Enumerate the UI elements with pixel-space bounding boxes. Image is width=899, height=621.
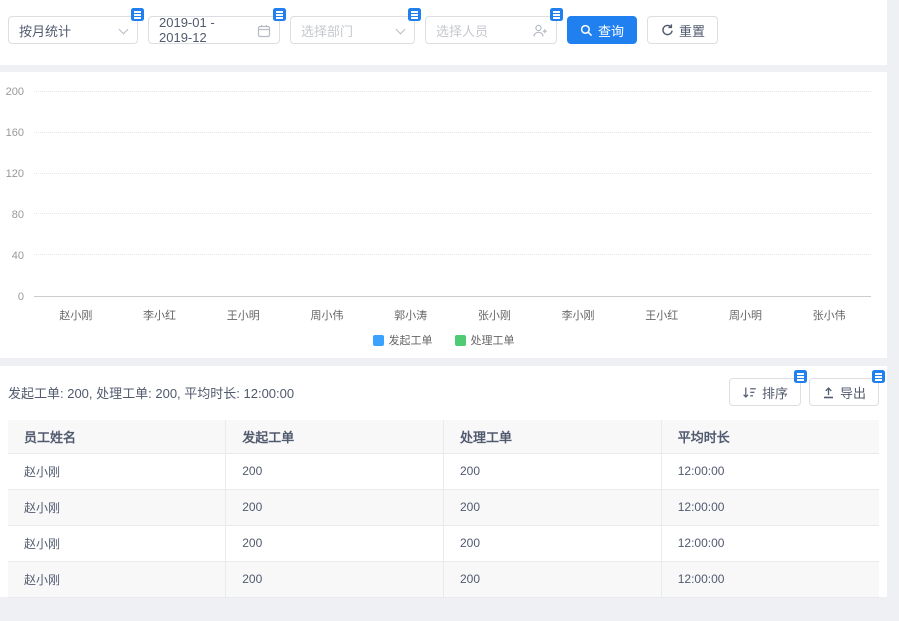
legend-swatch-icon	[373, 335, 384, 346]
legend-label: 处理工单	[471, 332, 515, 348]
y-tick-label: 40	[12, 250, 24, 262]
y-tick-label: 0	[18, 291, 24, 303]
sort-button[interactable]: 排序	[729, 378, 801, 406]
table-column-header: 平均时长	[661, 420, 879, 453]
query-button[interactable]: 查询	[567, 16, 637, 44]
statistics-panel: 发起工单: 200, 处理工单: 200, 平均时长: 12:00:00 排序	[0, 366, 887, 597]
table-cell: 赵小刚	[8, 525, 226, 561]
table-cell: 赵小刚	[8, 453, 226, 489]
table-cell: 200	[444, 525, 662, 561]
chart-bars	[34, 92, 871, 296]
bar-chart-card: 0 40 80 120 160 200 赵小刚李小红王小明周小伟郭小涛张小刚李小刚王小红周…	[0, 72, 887, 358]
annotation-badge[interactable]	[872, 370, 885, 383]
x-tick-label: 周小明	[704, 298, 788, 323]
x-tick-label: 赵小刚	[34, 298, 118, 323]
period-select[interactable]: 按月统计	[8, 16, 138, 44]
table-cell: 200	[226, 525, 444, 561]
gridline	[34, 173, 871, 174]
annotation-badge[interactable]	[408, 8, 421, 21]
table-cell: 200	[226, 561, 444, 597]
legend-item[interactable]: 发起工单	[373, 332, 433, 348]
table-cell: 200	[444, 453, 662, 489]
period-select-value: 按月统计	[19, 21, 71, 40]
chart-x-axis: 赵小刚李小红王小明周小伟郭小涛张小刚李小刚王小红周小明张小伟	[34, 298, 871, 323]
page-content: 按月统计 2019-01 - 2019-12 选择部门	[0, 0, 887, 597]
reset-button[interactable]: 重置	[647, 16, 718, 44]
chevron-down-icon	[396, 25, 406, 35]
department-select[interactable]: 选择部门	[290, 16, 415, 44]
person-add-icon	[532, 24, 548, 38]
x-tick-label: 郭小涛	[369, 298, 453, 323]
search-icon	[580, 24, 593, 37]
table-cell: 12:00:00	[661, 489, 879, 525]
person-input[interactable]: 选择人员	[425, 16, 557, 44]
table-row: 赵小刚20020012:00:00	[8, 453, 879, 489]
table-cell: 赵小刚	[8, 489, 226, 525]
table-column-header: 处理工单	[444, 420, 662, 453]
gridline	[34, 213, 871, 214]
date-range-picker[interactable]: 2019-01 - 2019-12	[148, 16, 280, 44]
refresh-icon	[660, 23, 674, 37]
y-tick-label: 80	[12, 209, 24, 221]
legend-label: 发起工单	[389, 332, 433, 348]
export-button[interactable]: 导出	[809, 378, 879, 406]
person-input-placeholder: 选择人员	[436, 21, 488, 40]
legend-item[interactable]: 处理工单	[455, 332, 515, 348]
y-tick-label: 120	[6, 168, 24, 180]
x-tick-label: 王小红	[620, 298, 704, 323]
x-tick-label: 王小明	[201, 298, 285, 323]
filter-toolbar: 按月统计 2019-01 - 2019-12 选择部门	[0, 0, 887, 65]
table-column-header: 发起工单	[226, 420, 444, 453]
table-cell: 200	[444, 561, 662, 597]
y-tick-label: 160	[6, 127, 24, 139]
x-tick-label: 周小伟	[285, 298, 369, 323]
x-tick-label: 李小红	[118, 298, 202, 323]
reset-button-label: 重置	[679, 21, 705, 40]
table-cell: 12:00:00	[661, 453, 879, 489]
table-cell: 200	[226, 489, 444, 525]
department-select-placeholder: 选择部门	[301, 21, 353, 40]
legend-swatch-icon	[455, 335, 466, 346]
chevron-down-icon	[119, 25, 129, 35]
table-cell: 12:00:00	[661, 525, 879, 561]
table-cell: 200	[226, 453, 444, 489]
sort-icon	[742, 386, 757, 399]
export-icon	[822, 386, 835, 399]
workorder-table: 员工姓名发起工单处理工单平均时长 赵小刚20020012:00:00赵小刚200…	[8, 420, 879, 598]
x-tick-label: 张小刚	[453, 298, 537, 323]
query-button-label: 查询	[598, 21, 624, 40]
x-tick-label: 李小刚	[536, 298, 620, 323]
gridline	[34, 254, 871, 255]
y-tick-label: 200	[6, 86, 24, 98]
annotation-badge[interactable]	[794, 370, 807, 383]
chart-plot-area	[34, 92, 871, 297]
table-row: 赵小刚20020012:00:00	[8, 489, 879, 525]
chart-legend: 发起工单 处理工单	[0, 332, 887, 348]
annotation-badge[interactable]	[273, 8, 286, 21]
sort-button-label: 排序	[762, 383, 788, 402]
gridline	[34, 132, 871, 133]
summary-text: 发起工单: 200, 处理工单: 200, 平均时长: 12:00:00	[8, 383, 294, 402]
chart-y-axis: 04080120160200	[0, 92, 28, 297]
annotation-badge[interactable]	[550, 8, 563, 21]
table-row: 赵小刚20020012:00:00	[8, 525, 879, 561]
calendar-icon	[257, 24, 271, 38]
table-cell: 200	[444, 489, 662, 525]
annotation-badge[interactable]	[131, 8, 144, 21]
x-tick-label: 张小伟	[787, 298, 871, 323]
export-button-label: 导出	[840, 383, 866, 402]
table-row: 赵小刚20020012:00:00	[8, 561, 879, 597]
table-cell: 12:00:00	[661, 561, 879, 597]
table-column-header: 员工姓名	[8, 420, 226, 453]
gridline	[34, 91, 871, 92]
table-cell: 赵小刚	[8, 561, 226, 597]
date-range-value: 2019-01 - 2019-12	[159, 15, 251, 45]
